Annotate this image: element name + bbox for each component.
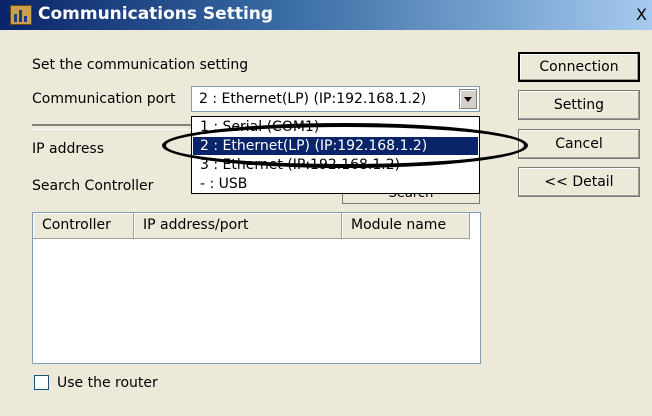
app-icon <box>10 5 32 25</box>
column-header-ip-address[interactable]: IP address/port <box>134 213 342 239</box>
cancel-button[interactable]: Cancel <box>518 129 640 159</box>
column-header-controller[interactable]: Controller <box>33 213 134 239</box>
window-title: Communications Setting <box>38 4 274 24</box>
setting-button[interactable]: Setting <box>518 90 640 120</box>
list-header: Controller IP address/port Module name <box>33 213 470 239</box>
column-header-module-name[interactable]: Module name <box>342 213 470 239</box>
ip-address-label: IP address <box>32 141 105 157</box>
search-controller-label: Search Controller <box>32 178 154 194</box>
detail-button[interactable]: << Detail <box>518 167 640 197</box>
connection-button[interactable]: Connection <box>518 52 640 82</box>
use-router-label: Use the router <box>57 375 158 391</box>
instruction-text: Set the communication setting <box>32 57 249 73</box>
use-router-checkbox[interactable] <box>34 375 49 390</box>
highlight-ellipse <box>162 123 528 168</box>
communication-port-label: Communication port <box>32 91 176 107</box>
divider <box>32 124 192 130</box>
close-icon[interactable]: X <box>636 5 647 24</box>
dropdown-option[interactable]: - : USB <box>193 175 478 193</box>
controller-list[interactable]: Controller IP address/port Module name <box>32 212 481 364</box>
communication-port-select[interactable]: 2 : Ethernet(LP) (IP:192.168.1.2) <box>191 86 480 112</box>
chevron-down-icon[interactable] <box>459 89 477 109</box>
title-bar: Communications Setting X <box>0 0 652 30</box>
communication-port-value: 2 : Ethernet(LP) (IP:192.168.1.2) <box>199 91 427 107</box>
